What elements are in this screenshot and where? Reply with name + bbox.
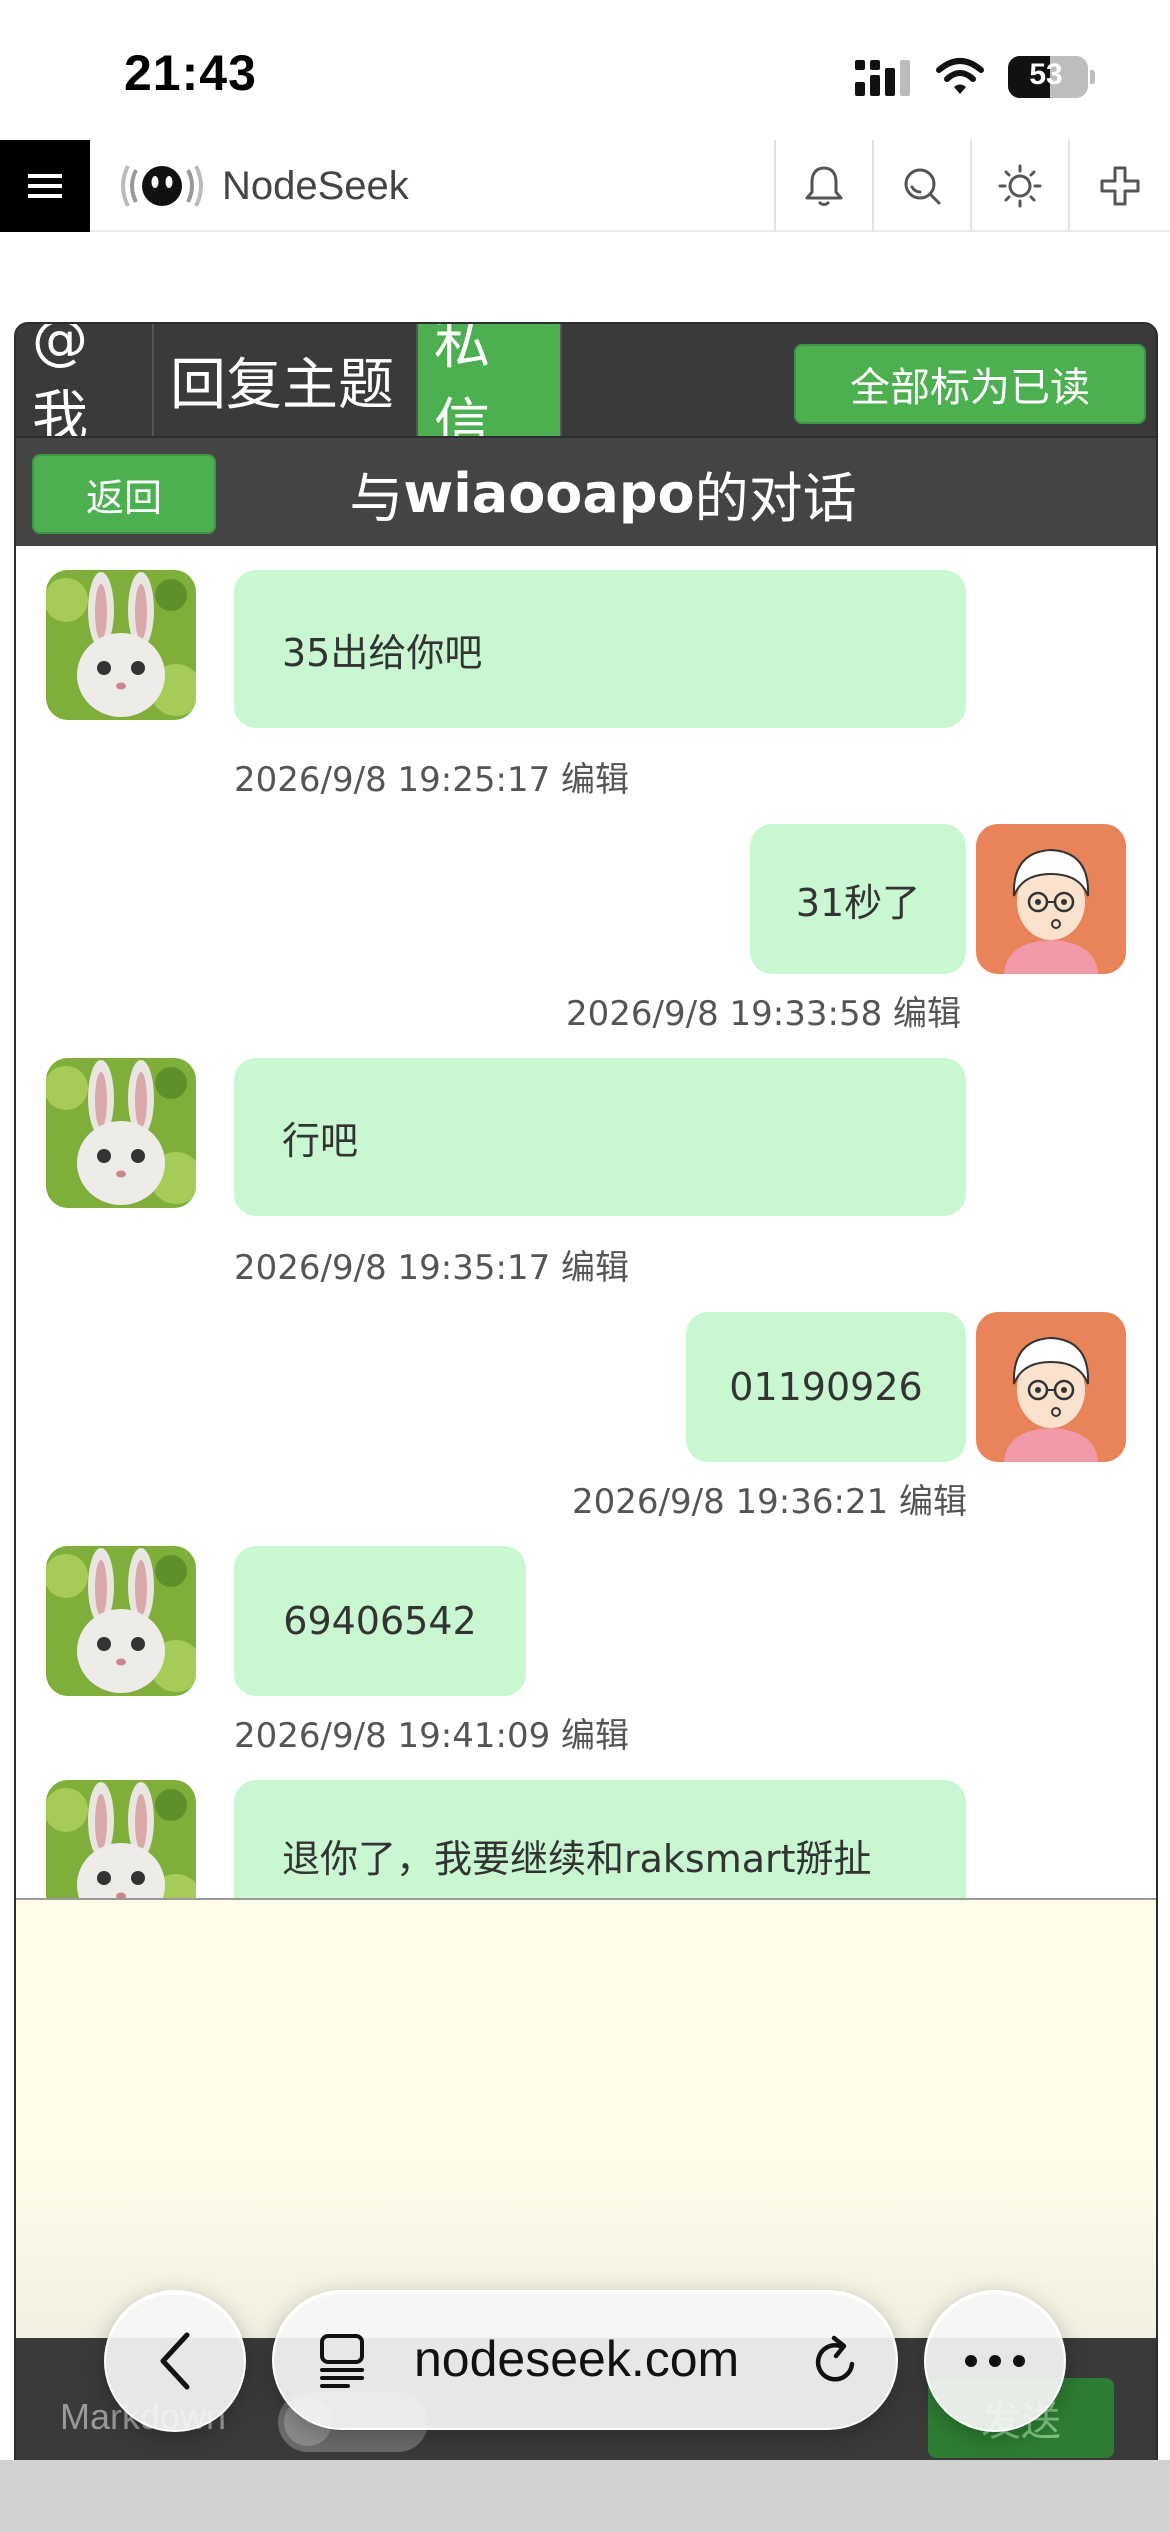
message-bubble[interactable]: 31秒了: [750, 824, 966, 974]
search-button[interactable]: [872, 140, 970, 232]
message-tabs: @我 回复主题 私信 全部标为已读: [16, 324, 1156, 458]
status-bar: 21:43 53: [0, 0, 1170, 140]
timestamp-value: 2026/9/8 19:41:09: [234, 1716, 551, 1756]
conversation-header: 返回 与 wiaooapo 的对话: [16, 436, 1156, 548]
tab-overview-icon: [320, 2334, 364, 2388]
message-panel: @我 回复主题 私信 全部标为已读 返回 与 wiaooapo 的对话 35出给你吧…: [14, 322, 1158, 2482]
browser-back-button[interactable]: [104, 2290, 246, 2432]
edit-link[interactable]: 编辑: [561, 1716, 629, 1756]
tab-replies[interactable]: 回复主题: [154, 324, 418, 436]
tab-mentions[interactable]: @我: [16, 324, 154, 450]
edit-link[interactable]: 编辑: [561, 760, 629, 800]
avatar-other[interactable]: [46, 1058, 196, 1208]
avatar-self[interactable]: [976, 1312, 1126, 1462]
battery-level: 53: [1029, 58, 1063, 91]
message-list[interactable]: 35出给你吧 2026/9/8 19:25:17 编辑 31秒了 2026/9/…: [16, 546, 1156, 1898]
conversation-title-suffix: 的对话: [694, 466, 857, 530]
timestamp-value: 2026/9/8 19:33:58: [566, 994, 883, 1034]
avatar-other[interactable]: [46, 1780, 196, 1898]
avatar-self[interactable]: [976, 824, 1126, 974]
avatar-other[interactable]: [46, 570, 196, 720]
reload-icon[interactable]: [810, 2332, 862, 2390]
rabbit-avatar-icon: [46, 1780, 196, 1898]
site-brand[interactable]: NodeSeek: [222, 164, 409, 209]
sun-icon: [998, 164, 1042, 208]
conversation-username[interactable]: wiaooapo: [403, 462, 694, 525]
chevron-left-icon: [160, 2332, 190, 2390]
message-bubble[interactable]: 行吧: [234, 1058, 966, 1216]
message-timestamp: 2026/9/8 19:36:21 编辑: [572, 1474, 967, 1523]
status-time: 21:43: [124, 45, 257, 101]
plus-icon: [1100, 166, 1140, 206]
edit-link[interactable]: 编辑: [561, 1248, 629, 1288]
timestamp-value: 2026/9/8 19:35:17: [234, 1248, 551, 1288]
message-bubble[interactable]: 退你了，我要继续和raksmart掰扯: [234, 1780, 966, 1898]
bell-icon: [805, 166, 843, 206]
tab-private-messages[interactable]: 私信: [418, 324, 562, 458]
edit-link[interactable]: 编辑: [899, 1482, 967, 1522]
timestamp-value: 2026/9/8 19:36:21: [572, 1482, 889, 1522]
site-header: NodeSeek: [0, 140, 1170, 232]
message-timestamp: 2026/9/8 19:33:58 编辑: [566, 986, 961, 1035]
message-composer-input[interactable]: [16, 1898, 1156, 2338]
browser-more-button[interactable]: [924, 2290, 1066, 2432]
new-post-button[interactable]: [1068, 140, 1170, 232]
message-timestamp: 2026/9/8 19:41:09 编辑: [234, 1708, 629, 1757]
message-bubble[interactable]: 01190926: [686, 1312, 966, 1462]
notifications-button[interactable]: [774, 140, 872, 232]
menu-button[interactable]: [0, 140, 90, 232]
conversation-title-prefix: 与: [349, 466, 404, 530]
message-timestamp: 2026/9/8 19:35:17 编辑: [234, 1240, 629, 1289]
mark-all-read-button[interactable]: 全部标为已读: [794, 344, 1146, 424]
nodeseek-logo-icon[interactable]: [118, 160, 206, 212]
rabbit-avatar-icon: [46, 1546, 196, 1696]
timestamp-value: 2026/9/8 19:25:17: [234, 760, 551, 800]
search-icon: [904, 168, 941, 205]
cellular-signal-icon: [855, 60, 910, 96]
message-bubble[interactable]: 69406542: [234, 1546, 526, 1696]
back-button[interactable]: 返回: [32, 454, 216, 534]
address-bar[interactable]: nodeseek.com: [272, 2290, 898, 2430]
battery-cap: [1090, 70, 1095, 84]
theme-toggle-button[interactable]: [970, 140, 1068, 232]
conversation-title: 与 wiaooapo 的对话: [216, 438, 1156, 548]
url-text[interactable]: nodeseek.com: [414, 2330, 739, 2388]
message-bubble[interactable]: 35出给你吧: [234, 570, 966, 728]
battery-indicator: 53: [1008, 56, 1088, 98]
rabbit-avatar-icon: [46, 1058, 196, 1208]
cartoon-person-avatar-icon: [976, 824, 1126, 974]
more-dots-icon: [965, 2355, 1025, 2367]
cartoon-person-avatar-icon: [976, 1312, 1126, 1462]
rabbit-avatar-icon: [46, 570, 196, 720]
browser-bottom-bar: [0, 2460, 1170, 2532]
hamburger-icon: [28, 174, 62, 198]
wifi-icon: [936, 58, 984, 94]
message-timestamp: 2026/9/8 19:25:17 编辑: [234, 752, 629, 801]
avatar-other[interactable]: [46, 1546, 196, 1696]
edit-link[interactable]: 编辑: [893, 994, 961, 1034]
